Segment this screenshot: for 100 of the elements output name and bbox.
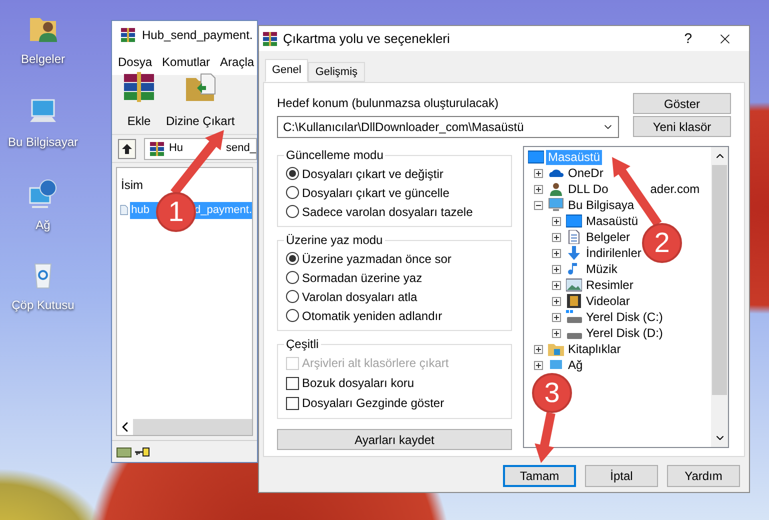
radio-label: Üzerine yazmadan önce sor bbox=[302, 250, 452, 268]
desktop-icon bbox=[566, 214, 582, 228]
expand-toggle[interactable] bbox=[534, 344, 543, 354]
expand-toggle[interactable] bbox=[552, 296, 561, 306]
expand-toggle[interactable] bbox=[552, 328, 561, 338]
desktop-icon bbox=[528, 150, 544, 164]
radio-button[interactable] bbox=[286, 186, 299, 199]
plus-icon bbox=[535, 346, 542, 352]
computer-icon bbox=[548, 198, 564, 212]
checkbox[interactable] bbox=[286, 376, 299, 390]
radio-label: Dosyaları çıkart ve değiştir bbox=[302, 166, 444, 182]
tree-item[interactable]: Belgeler bbox=[584, 230, 632, 244]
pointer-arrow bbox=[534, 412, 556, 463]
tree-item[interactable]: DLL Do bbox=[566, 182, 610, 196]
radio-label: Dosyaları çıkart ve güncelle bbox=[302, 184, 450, 202]
tree-item[interactable]: Kitaplıklar bbox=[566, 342, 623, 356]
tab[interactable]: Gelişmiş bbox=[308, 62, 365, 82]
field-label: Hedef konum (bulunmazsa oluşturulacak) bbox=[277, 95, 500, 112]
help-button[interactable]: ? bbox=[684, 28, 692, 49]
film-icon bbox=[566, 294, 582, 308]
drive-icon bbox=[566, 310, 582, 324]
radio-button[interactable] bbox=[286, 290, 299, 303]
expand-toggle[interactable] bbox=[534, 168, 543, 178]
dialog-button[interactable]: Yeni klasör bbox=[633, 116, 731, 137]
radio-label: Sormadan üzerine yaz bbox=[302, 270, 422, 286]
document-icon bbox=[566, 230, 582, 244]
checkbox-label: Dosyaları Gezginde göster bbox=[302, 395, 444, 412]
expand-toggle[interactable] bbox=[552, 312, 561, 322]
radio-button[interactable] bbox=[286, 271, 299, 284]
archive-books-icon bbox=[120, 27, 136, 43]
tab[interactable]: Genel bbox=[265, 59, 308, 82]
plus-icon bbox=[553, 330, 560, 336]
tree-item[interactable]: İndirilenler bbox=[584, 246, 644, 260]
collapse-toggle[interactable] bbox=[534, 200, 543, 210]
drive-icon bbox=[566, 333, 582, 339]
tree-item[interactable]: ader.com bbox=[650, 182, 700, 196]
dialog-button[interactable]: Göster bbox=[633, 93, 731, 114]
scroll-left-icon[interactable] bbox=[117, 419, 133, 435]
plus-icon bbox=[535, 186, 542, 192]
expand-toggle[interactable] bbox=[552, 280, 561, 290]
radio-button[interactable] bbox=[286, 309, 299, 322]
menu-item[interactable]: Araçla bbox=[220, 53, 254, 71]
tree-item[interactable]: Müzik bbox=[584, 262, 620, 276]
plus-icon bbox=[535, 170, 542, 176]
expand-toggle[interactable] bbox=[534, 184, 543, 194]
tree-item[interactable]: Yerel Disk (C:) bbox=[584, 310, 665, 324]
user-icon bbox=[548, 182, 564, 196]
plus-icon bbox=[553, 314, 560, 320]
dialog-button[interactable]: İptal bbox=[585, 465, 658, 487]
group-title: Üzerine yaz modu bbox=[285, 232, 384, 249]
plus-icon bbox=[535, 362, 542, 368]
radio-button[interactable] bbox=[286, 252, 299, 265]
radio-button[interactable] bbox=[286, 205, 299, 218]
plus-icon bbox=[553, 266, 560, 272]
dialog-button[interactable]: Tamam bbox=[503, 465, 576, 487]
window-title: Hub_send_payment. bbox=[142, 27, 253, 44]
tree-item[interactable]: Videolar bbox=[584, 294, 632, 308]
plus-icon bbox=[553, 250, 560, 256]
radio-button[interactable] bbox=[286, 167, 299, 180]
checkbox-label: Bozuk dosyaları koru bbox=[302, 375, 414, 392]
up-folder-button[interactable] bbox=[118, 138, 136, 158]
download-arrow-icon bbox=[566, 246, 582, 260]
group-title: Çeşitli bbox=[285, 336, 320, 353]
menu-item[interactable]: Dosya bbox=[118, 53, 152, 71]
tree-item[interactable]: OneDr bbox=[566, 166, 606, 180]
expand-toggle[interactable] bbox=[552, 264, 561, 274]
tree-item[interactable]: Masaüstü bbox=[584, 214, 640, 228]
tree-item[interactable]: Yerel Disk (D:) bbox=[584, 326, 665, 340]
checkbox-label: Arşivleri alt klasörlere çıkart bbox=[302, 355, 449, 372]
tree-item[interactable]: Bu Bilgisaya bbox=[566, 198, 636, 212]
archive-books-icon bbox=[122, 70, 156, 104]
checkbox[interactable] bbox=[286, 396, 299, 410]
network-icon bbox=[548, 358, 564, 372]
plus-icon bbox=[553, 298, 560, 304]
tree-item[interactable]: Ağ bbox=[566, 358, 585, 372]
tree-item[interactable]: Resimler bbox=[584, 278, 636, 292]
picture-icon bbox=[566, 278, 582, 292]
plus-icon bbox=[553, 234, 560, 240]
expand-toggle[interactable] bbox=[552, 216, 561, 226]
toolbar-button[interactable]: Dizine Çıkart bbox=[164, 70, 237, 130]
radio-label: Sadece varolan dosyaları tazele bbox=[302, 204, 473, 220]
expand-toggle[interactable] bbox=[534, 360, 543, 370]
toolbar-button[interactable]: Ekle bbox=[120, 70, 158, 130]
archive-books-icon bbox=[262, 30, 278, 46]
expand-toggle[interactable] bbox=[552, 248, 561, 258]
radio-label: Otomatik yeniden adlandır bbox=[302, 308, 442, 324]
plus-icon bbox=[553, 218, 560, 224]
destination-combo[interactable]: C:\Kullanıcılar\DllDownloader_com\Masaüstü bbox=[277, 116, 619, 138]
expand-toggle[interactable] bbox=[552, 232, 561, 242]
drive-icon bbox=[116, 446, 132, 458]
key-icon bbox=[134, 446, 150, 456]
dialog-button[interactable]: Yardım bbox=[667, 465, 740, 487]
group-title: Güncelleme modu bbox=[285, 147, 384, 164]
column-header[interactable]: İsim bbox=[121, 176, 252, 194]
save-settings-button[interactable]: Ayarları kaydet bbox=[277, 429, 512, 450]
library-folder-icon bbox=[548, 342, 564, 356]
vertical-scrollbar[interactable] bbox=[711, 147, 728, 447]
menu-item[interactable]: Komutlar bbox=[162, 53, 210, 71]
archive-books-icon bbox=[148, 140, 165, 156]
dialog-title: Çıkartma yolu ve seçenekleri bbox=[283, 30, 450, 48]
